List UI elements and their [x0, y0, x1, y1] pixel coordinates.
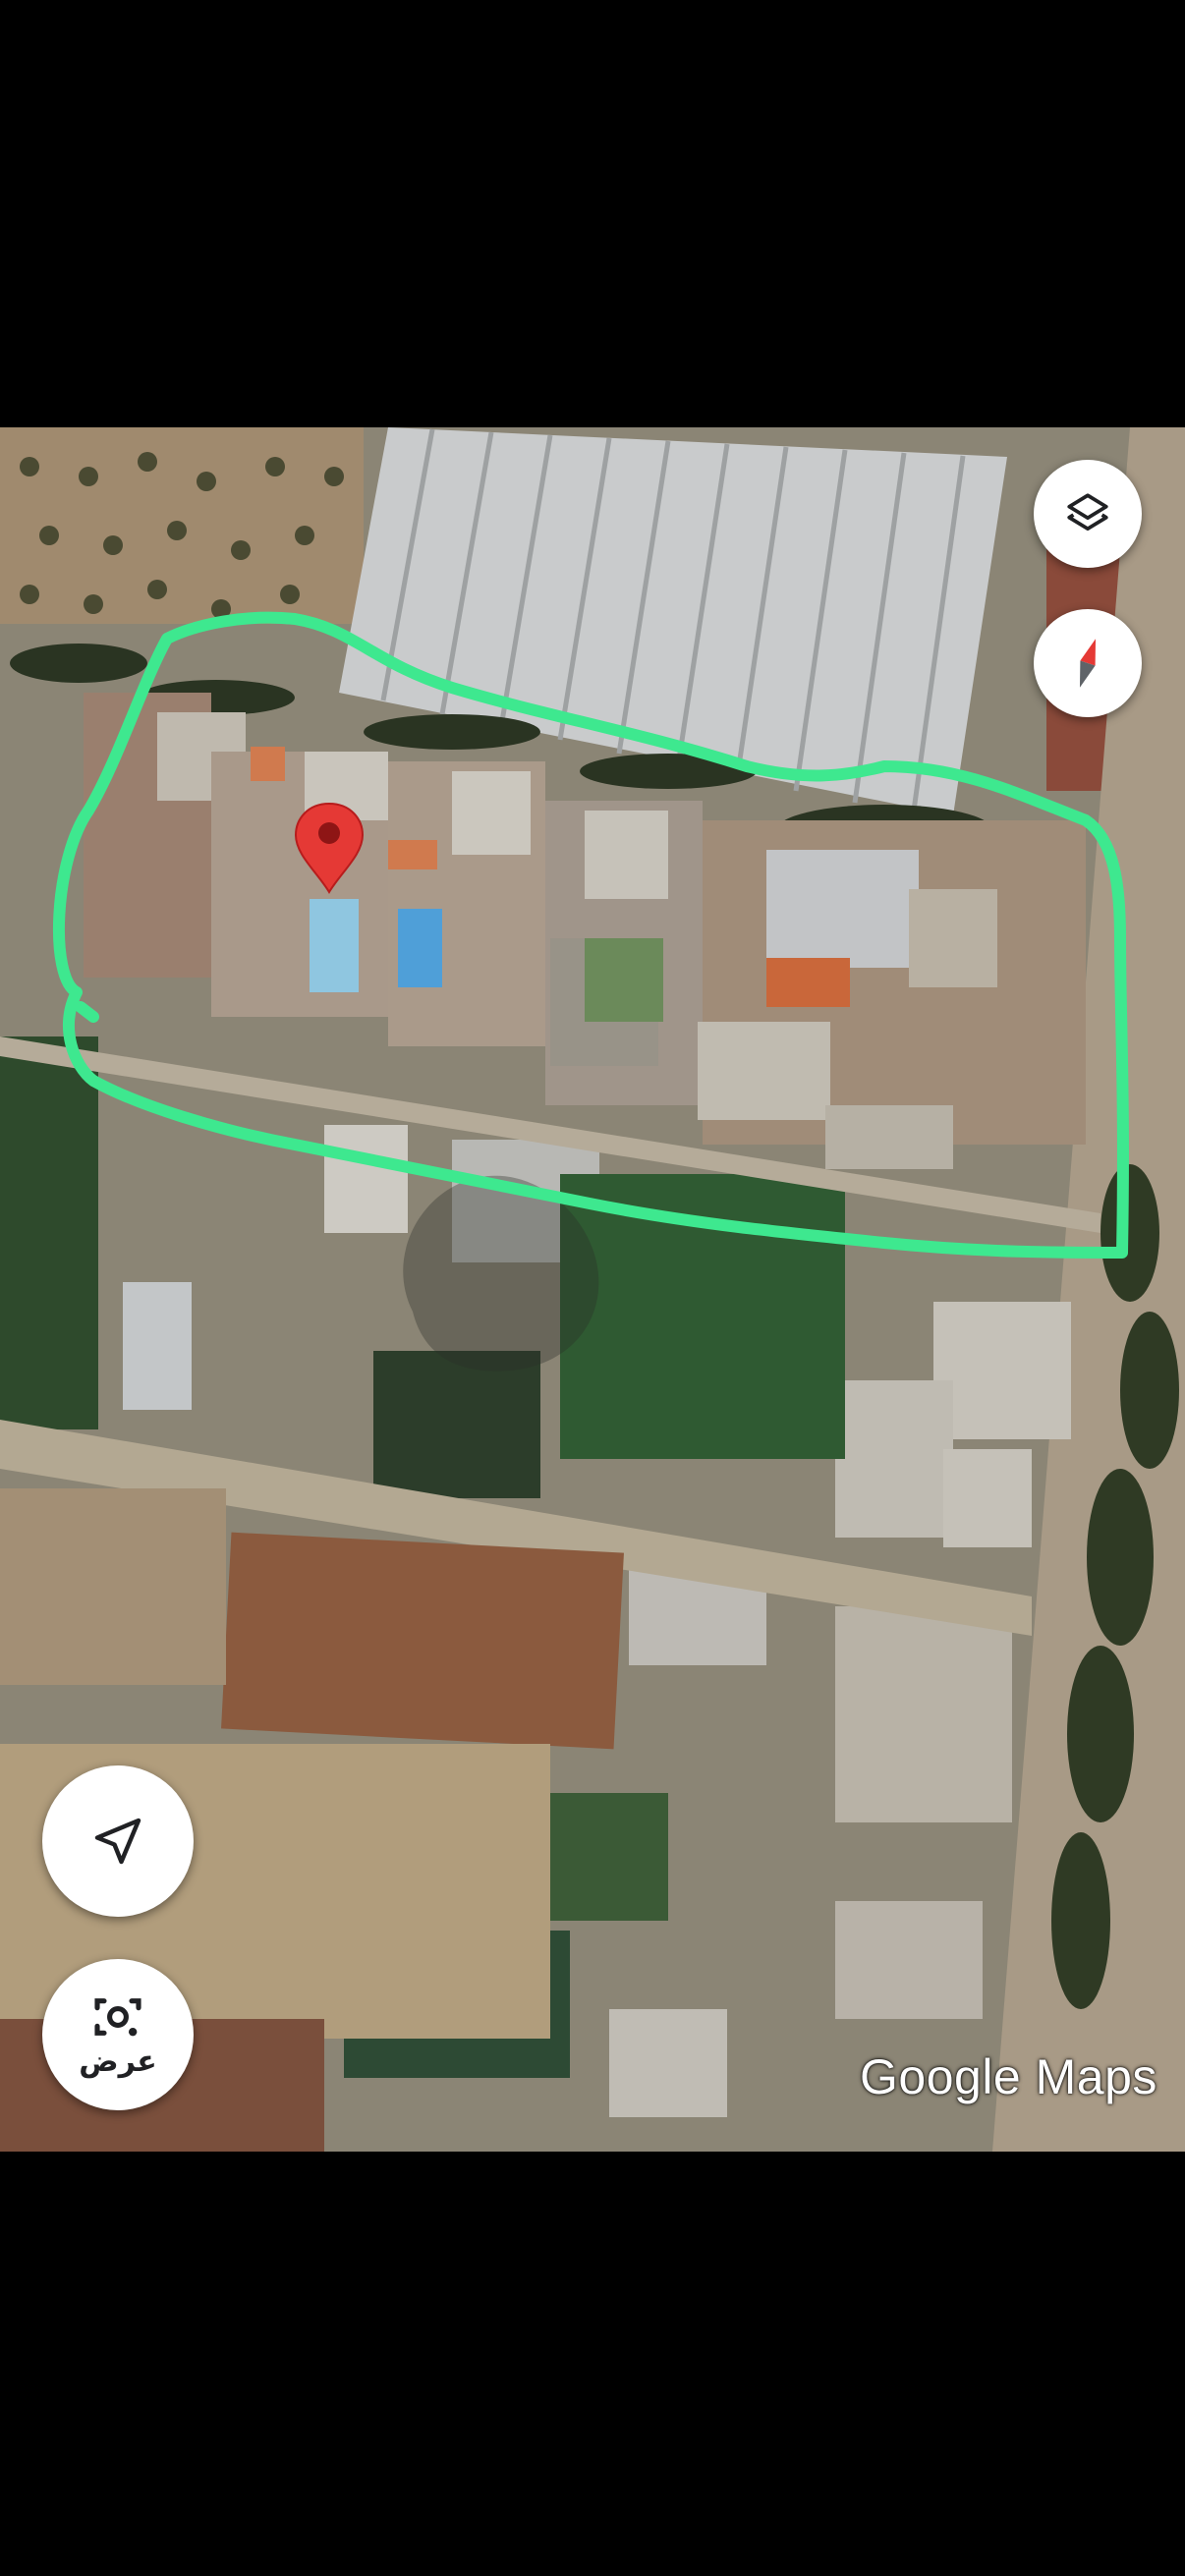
- layers-icon: [1067, 493, 1108, 532]
- lens-search-button[interactable]: عرض: [42, 1959, 194, 2110]
- compass-button[interactable]: [1034, 609, 1142, 717]
- navigation-arrow-icon: [94, 1818, 141, 1865]
- map-imagery: [0, 427, 1185, 2152]
- camera-search-icon: [94, 1997, 141, 2036]
- bottom-black-area: [0, 2152, 1185, 2576]
- lens-button-label: عرض: [79, 2044, 157, 2079]
- satellite-map[interactable]: [0, 427, 1185, 2152]
- top-black-area: [0, 0, 1185, 427]
- layers-button[interactable]: [1034, 460, 1142, 568]
- compass-icon: [1079, 639, 1097, 688]
- boundary-outline-end: [75, 1001, 99, 1023]
- locate-button[interactable]: [42, 1765, 194, 1917]
- google-maps-attribution: Google Maps: [860, 2049, 1157, 2104]
